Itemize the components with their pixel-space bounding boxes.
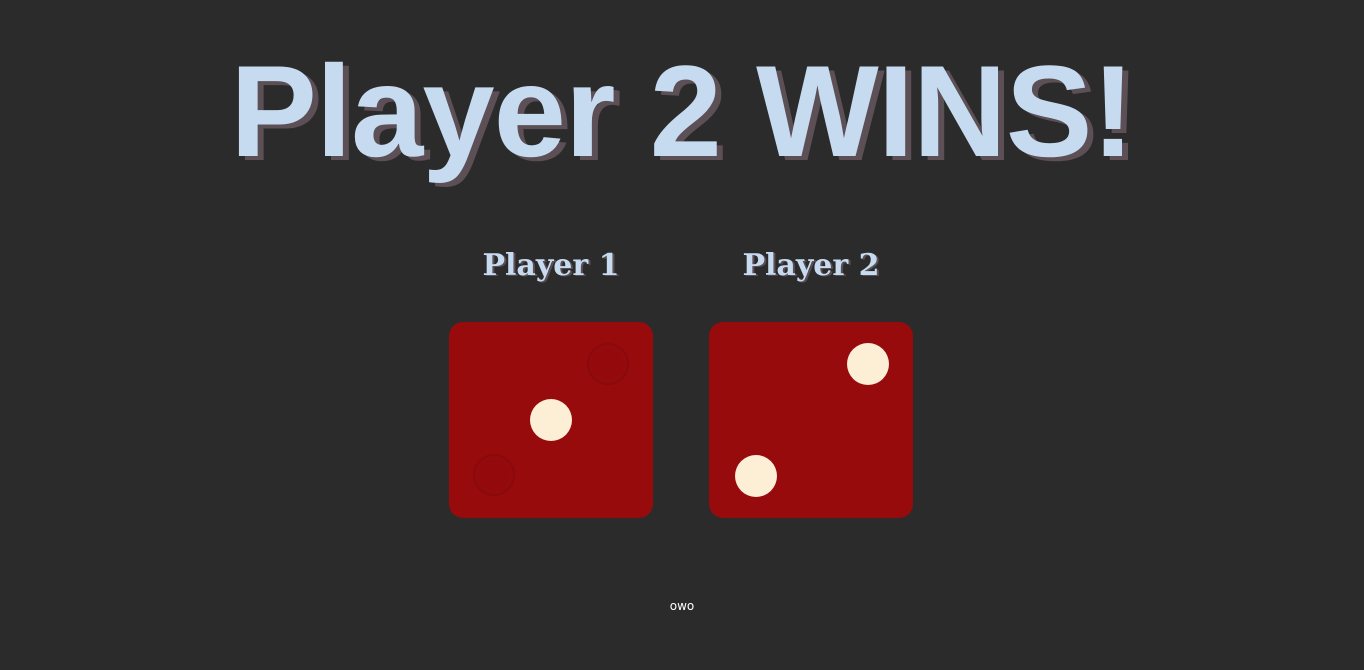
player-2-die [709, 322, 913, 518]
player-2-label: Player 2 [742, 248, 880, 283]
player-1-die [449, 322, 653, 518]
die-pip [847, 343, 889, 385]
footer-text: owo [669, 599, 695, 613]
result-title: Player 2 WINS! [230, 38, 1135, 184]
page: Player 2 WINS! Player 1 Player 2 owo [0, 0, 1364, 670]
die-pip-hidden [587, 343, 629, 385]
die-pip [735, 455, 777, 497]
die-pip-hidden [473, 454, 515, 496]
player-1-label: Player 1 [482, 248, 620, 283]
die-pip [530, 399, 572, 441]
